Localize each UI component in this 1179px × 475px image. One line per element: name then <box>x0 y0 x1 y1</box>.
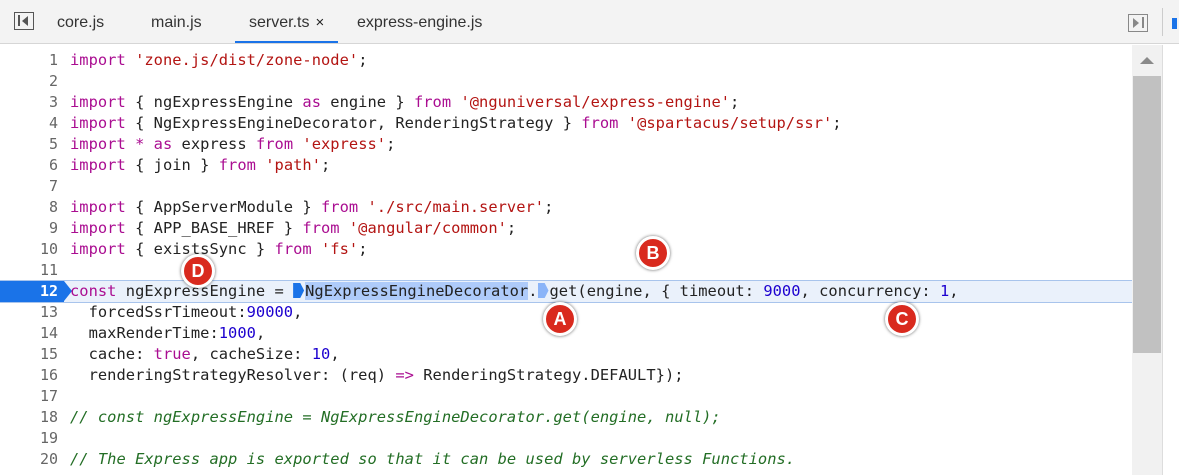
callout-marker-b: B <box>636 236 670 270</box>
close-icon[interactable]: × <box>315 14 324 31</box>
line-number-breakpoint[interactable]: 12 <box>0 281 72 302</box>
tab-label: main.js <box>151 14 202 31</box>
code-line: 1 import 'zone.js/dist/zone-node'; <box>0 50 1132 71</box>
code-comment: // The Express app is exported so that i… <box>70 450 796 468</box>
code-text: import * as express from 'express'; <box>70 135 396 153</box>
code-line: 17 <box>0 386 1132 407</box>
line-number[interactable]: 18 <box>0 407 58 428</box>
code-line: 10 import { existsSync } from 'fs'; <box>0 239 1132 260</box>
line-number[interactable]: 11 <box>0 260 58 281</box>
breakpoint-icon[interactable] <box>293 283 305 298</box>
toolbar-divider <box>1162 8 1163 36</box>
code-line: 16 renderingStrategyResolver: (req) => R… <box>0 365 1132 386</box>
line-number[interactable]: 8 <box>0 197 58 218</box>
line-number[interactable]: 19 <box>0 428 58 449</box>
code-line: 6 import { join } from 'path'; <box>0 155 1132 176</box>
line-number[interactable]: 7 <box>0 176 58 197</box>
panel-toggle-icon[interactable] <box>1128 14 1148 32</box>
tab-main-js[interactable]: main.js <box>151 0 202 43</box>
line-number[interactable]: 1 <box>0 50 58 71</box>
current-execution-line: 12 const ngExpressEngine = NgExpressEngin… <box>0 280 1132 303</box>
line-number[interactable]: 10 <box>0 239 58 260</box>
scroll-up-icon[interactable] <box>1140 57 1154 64</box>
code-line: 8 import { AppServerModule } from './src/… <box>0 197 1132 218</box>
code-line: 3 import { ngExpressEngine as engine } fr… <box>0 92 1132 113</box>
line-number[interactable]: 13 <box>0 302 58 323</box>
line-number[interactable]: 15 <box>0 344 58 365</box>
line-number[interactable]: 9 <box>0 218 58 239</box>
line-number[interactable]: 14 <box>0 323 58 344</box>
code-line: 20 // The Express app is exported so that… <box>0 449 1132 470</box>
code-line: 2 <box>0 71 1132 92</box>
panel-edge-indicator <box>1172 18 1177 29</box>
code-line: 18 // const ngExpressEngine = NgExpressEn… <box>0 407 1132 428</box>
tab-core-js[interactable]: core.js <box>57 0 104 43</box>
code-text: import { AppServerModule } from './src/m… <box>70 198 554 216</box>
tab-label: core.js <box>57 14 105 31</box>
code-text: import { APP_BASE_HREF } from '@angular/… <box>70 219 517 237</box>
code-text: maxRenderTime:1000, <box>70 324 266 342</box>
code-comment: // const ngExpressEngine = NgExpressEngi… <box>70 408 721 426</box>
right-panel-edge <box>1162 45 1179 475</box>
sidebar-toggle-icon[interactable] <box>14 12 34 30</box>
tab-express-engine-js[interactable]: express-engine.js <box>357 0 482 43</box>
code-line: 4 import { NgExpressEngineDecorator, Rend… <box>0 113 1132 134</box>
vertical-scrollbar[interactable] <box>1132 45 1162 475</box>
code-text: import { existsSync } from 'fs'; <box>70 240 368 258</box>
line-number[interactable]: 17 <box>0 386 58 407</box>
line-number[interactable]: 16 <box>0 365 58 386</box>
code-line: 5 import * as express from 'express'; <box>0 134 1132 155</box>
line-number[interactable]: 6 <box>0 155 58 176</box>
code-text: import { join } from 'path'; <box>70 156 331 174</box>
code-line: 9 import { APP_BASE_HREF } from '@angular… <box>0 218 1132 239</box>
code-text: import { NgExpressEngineDecorator, Rende… <box>70 114 842 132</box>
line-number[interactable]: 2 <box>0 71 58 92</box>
line-number[interactable]: 20 <box>0 449 58 470</box>
code-text: import 'zone.js/dist/zone-node'; <box>70 51 368 69</box>
callout-marker-d: D <box>181 254 215 288</box>
code-text: renderingStrategyResolver: (req) => Rend… <box>70 366 684 384</box>
tab-server-ts[interactable]: server.ts × <box>235 0 339 43</box>
code-line: 7 <box>0 176 1132 197</box>
code-line: 19 <box>0 428 1132 449</box>
breakpoint-icon[interactable] <box>537 283 549 298</box>
callout-marker-a: A <box>543 302 577 336</box>
code-editor[interactable]: 1 import 'zone.js/dist/zone-node'; 2 3 imp… <box>0 45 1132 475</box>
code-text: forcedSsrTimeout:90000, <box>70 303 303 321</box>
code-line: 11 <box>0 260 1132 281</box>
code-line: 15 cache: true, cacheSize: 10, <box>0 344 1132 365</box>
tab-label: server.ts <box>249 14 310 31</box>
line-number[interactable]: 3 <box>0 92 58 113</box>
code-text: import { ngExpressEngine as engine } fro… <box>70 93 740 111</box>
line-number[interactable]: 5 <box>0 134 58 155</box>
line-number[interactable]: 4 <box>0 113 58 134</box>
tab-label: express-engine.js <box>357 14 483 31</box>
callout-marker-c: C <box>885 302 919 336</box>
tab-bar: core.js main.js server.ts × express-engin… <box>0 0 1179 44</box>
code-text: cache: true, cacheSize: 10, <box>70 345 340 363</box>
scrollbar-thumb[interactable] <box>1133 76 1161 353</box>
